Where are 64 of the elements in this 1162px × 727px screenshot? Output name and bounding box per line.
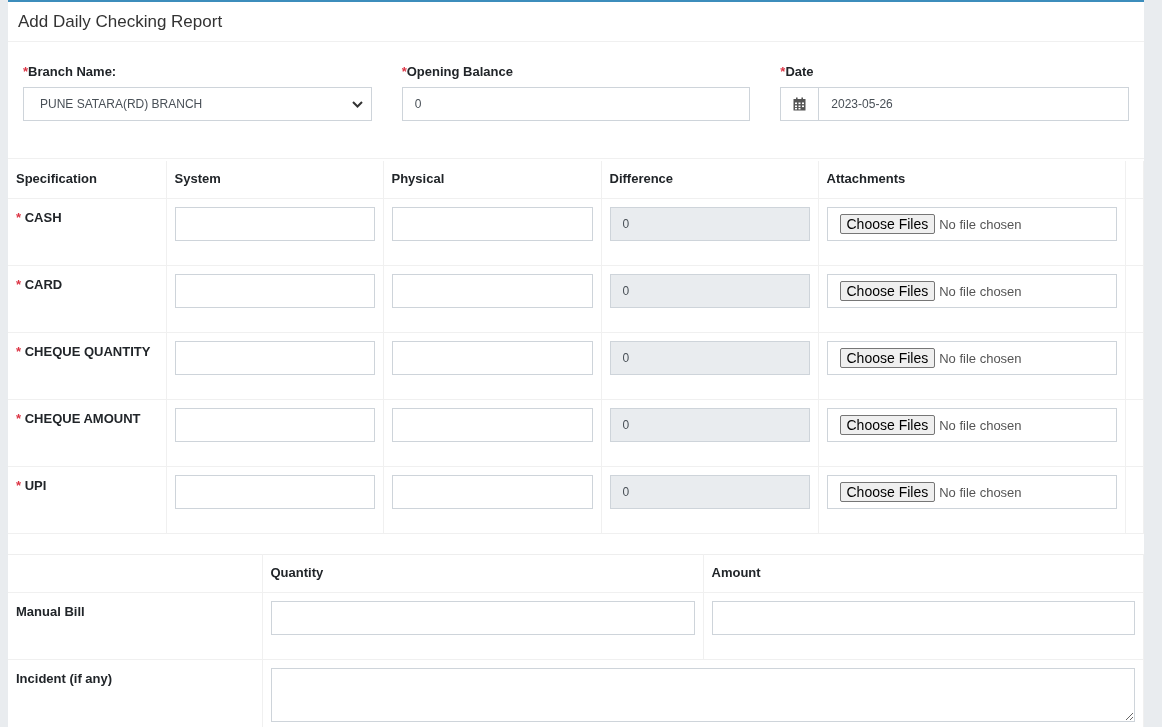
file-status: No file chosen xyxy=(939,216,1022,232)
file-status: No file chosen xyxy=(939,417,1022,433)
specification-label: CHEQUE AMOUNT xyxy=(24,411,141,426)
file-field[interactable]: Choose Files No file chosen xyxy=(826,274,1117,308)
file-field[interactable]: Choose Files No file chosen xyxy=(826,341,1117,375)
branch-select[interactable]: PUNE SATARA(RD) BRANCH xyxy=(23,87,372,121)
file-field[interactable]: Choose Files No file chosen xyxy=(826,207,1117,241)
physical-field[interactable] xyxy=(391,274,593,308)
difference-field[interactable]: 0 xyxy=(609,341,810,375)
file-status: No file chosen xyxy=(939,484,1022,500)
opening-balance-field[interactable]: 0 xyxy=(401,87,751,121)
row-label: Incident (if any) xyxy=(16,671,113,686)
difference-field[interactable]: 0 xyxy=(609,475,810,509)
field-label: Branch Name: xyxy=(28,64,117,79)
choose-files-button[interactable]: Choose Files xyxy=(839,281,936,301)
row-label: Manual Bill xyxy=(16,604,85,619)
physical-field[interactable] xyxy=(391,341,593,375)
choose-files-button[interactable]: Choose Files xyxy=(839,482,936,502)
required-mark: * xyxy=(16,344,22,359)
quantity-field[interactable] xyxy=(270,601,695,635)
column-header: Quantity xyxy=(270,565,324,580)
field-label: Date xyxy=(785,64,814,79)
required-mark: * xyxy=(16,478,22,493)
column-header: Amount xyxy=(711,565,761,580)
system-field[interactable] xyxy=(174,475,375,509)
file-field[interactable]: Choose Files No file chosen xyxy=(826,475,1117,509)
card-title: Add Daily Checking Report xyxy=(8,2,1144,42)
required-mark: * xyxy=(16,210,22,225)
choose-files-button[interactable]: Choose Files xyxy=(839,415,936,435)
column-header: Specification xyxy=(16,171,97,186)
chevron-down-icon xyxy=(351,100,363,108)
amount-field[interactable] xyxy=(711,601,1135,635)
physical-field[interactable] xyxy=(391,408,593,442)
required-mark: * xyxy=(16,411,22,426)
choose-files-button[interactable]: Choose Files xyxy=(839,214,936,234)
file-status: No file chosen xyxy=(939,283,1022,299)
difference-field[interactable]: 0 xyxy=(609,207,810,241)
field-label: Opening Balance xyxy=(406,64,513,79)
date-field[interactable]: 2023-05-26 xyxy=(818,87,1129,121)
physical-field[interactable] xyxy=(391,475,593,509)
system-field[interactable] xyxy=(174,207,375,241)
file-status: No file chosen xyxy=(939,350,1022,366)
specification-label: CARD xyxy=(24,277,63,292)
column-header: Attachments xyxy=(826,171,906,186)
physical-field[interactable] xyxy=(391,207,593,241)
difference-field[interactable]: 0 xyxy=(609,274,810,308)
specification-label: CASH xyxy=(24,210,62,225)
system-field[interactable] xyxy=(174,341,375,375)
system-field[interactable] xyxy=(174,408,375,442)
required-mark: * xyxy=(23,64,29,79)
column-header: Difference xyxy=(609,171,674,186)
required-mark: * xyxy=(401,64,407,79)
column-header: Physical xyxy=(391,171,445,186)
specification-label: CHEQUE QUANTITY xyxy=(24,344,151,359)
required-mark: * xyxy=(780,64,786,79)
difference-field[interactable]: 0 xyxy=(609,408,810,442)
calendar-icon xyxy=(793,97,807,111)
file-field[interactable]: Choose Files No file chosen xyxy=(826,408,1117,442)
required-mark: * xyxy=(16,277,22,292)
choose-files-button[interactable]: Choose Files xyxy=(839,348,936,368)
system-field[interactable] xyxy=(174,274,375,308)
incident-textarea[interactable] xyxy=(270,668,1135,722)
column-header: System xyxy=(174,171,221,186)
specification-label: UPI xyxy=(24,478,47,493)
